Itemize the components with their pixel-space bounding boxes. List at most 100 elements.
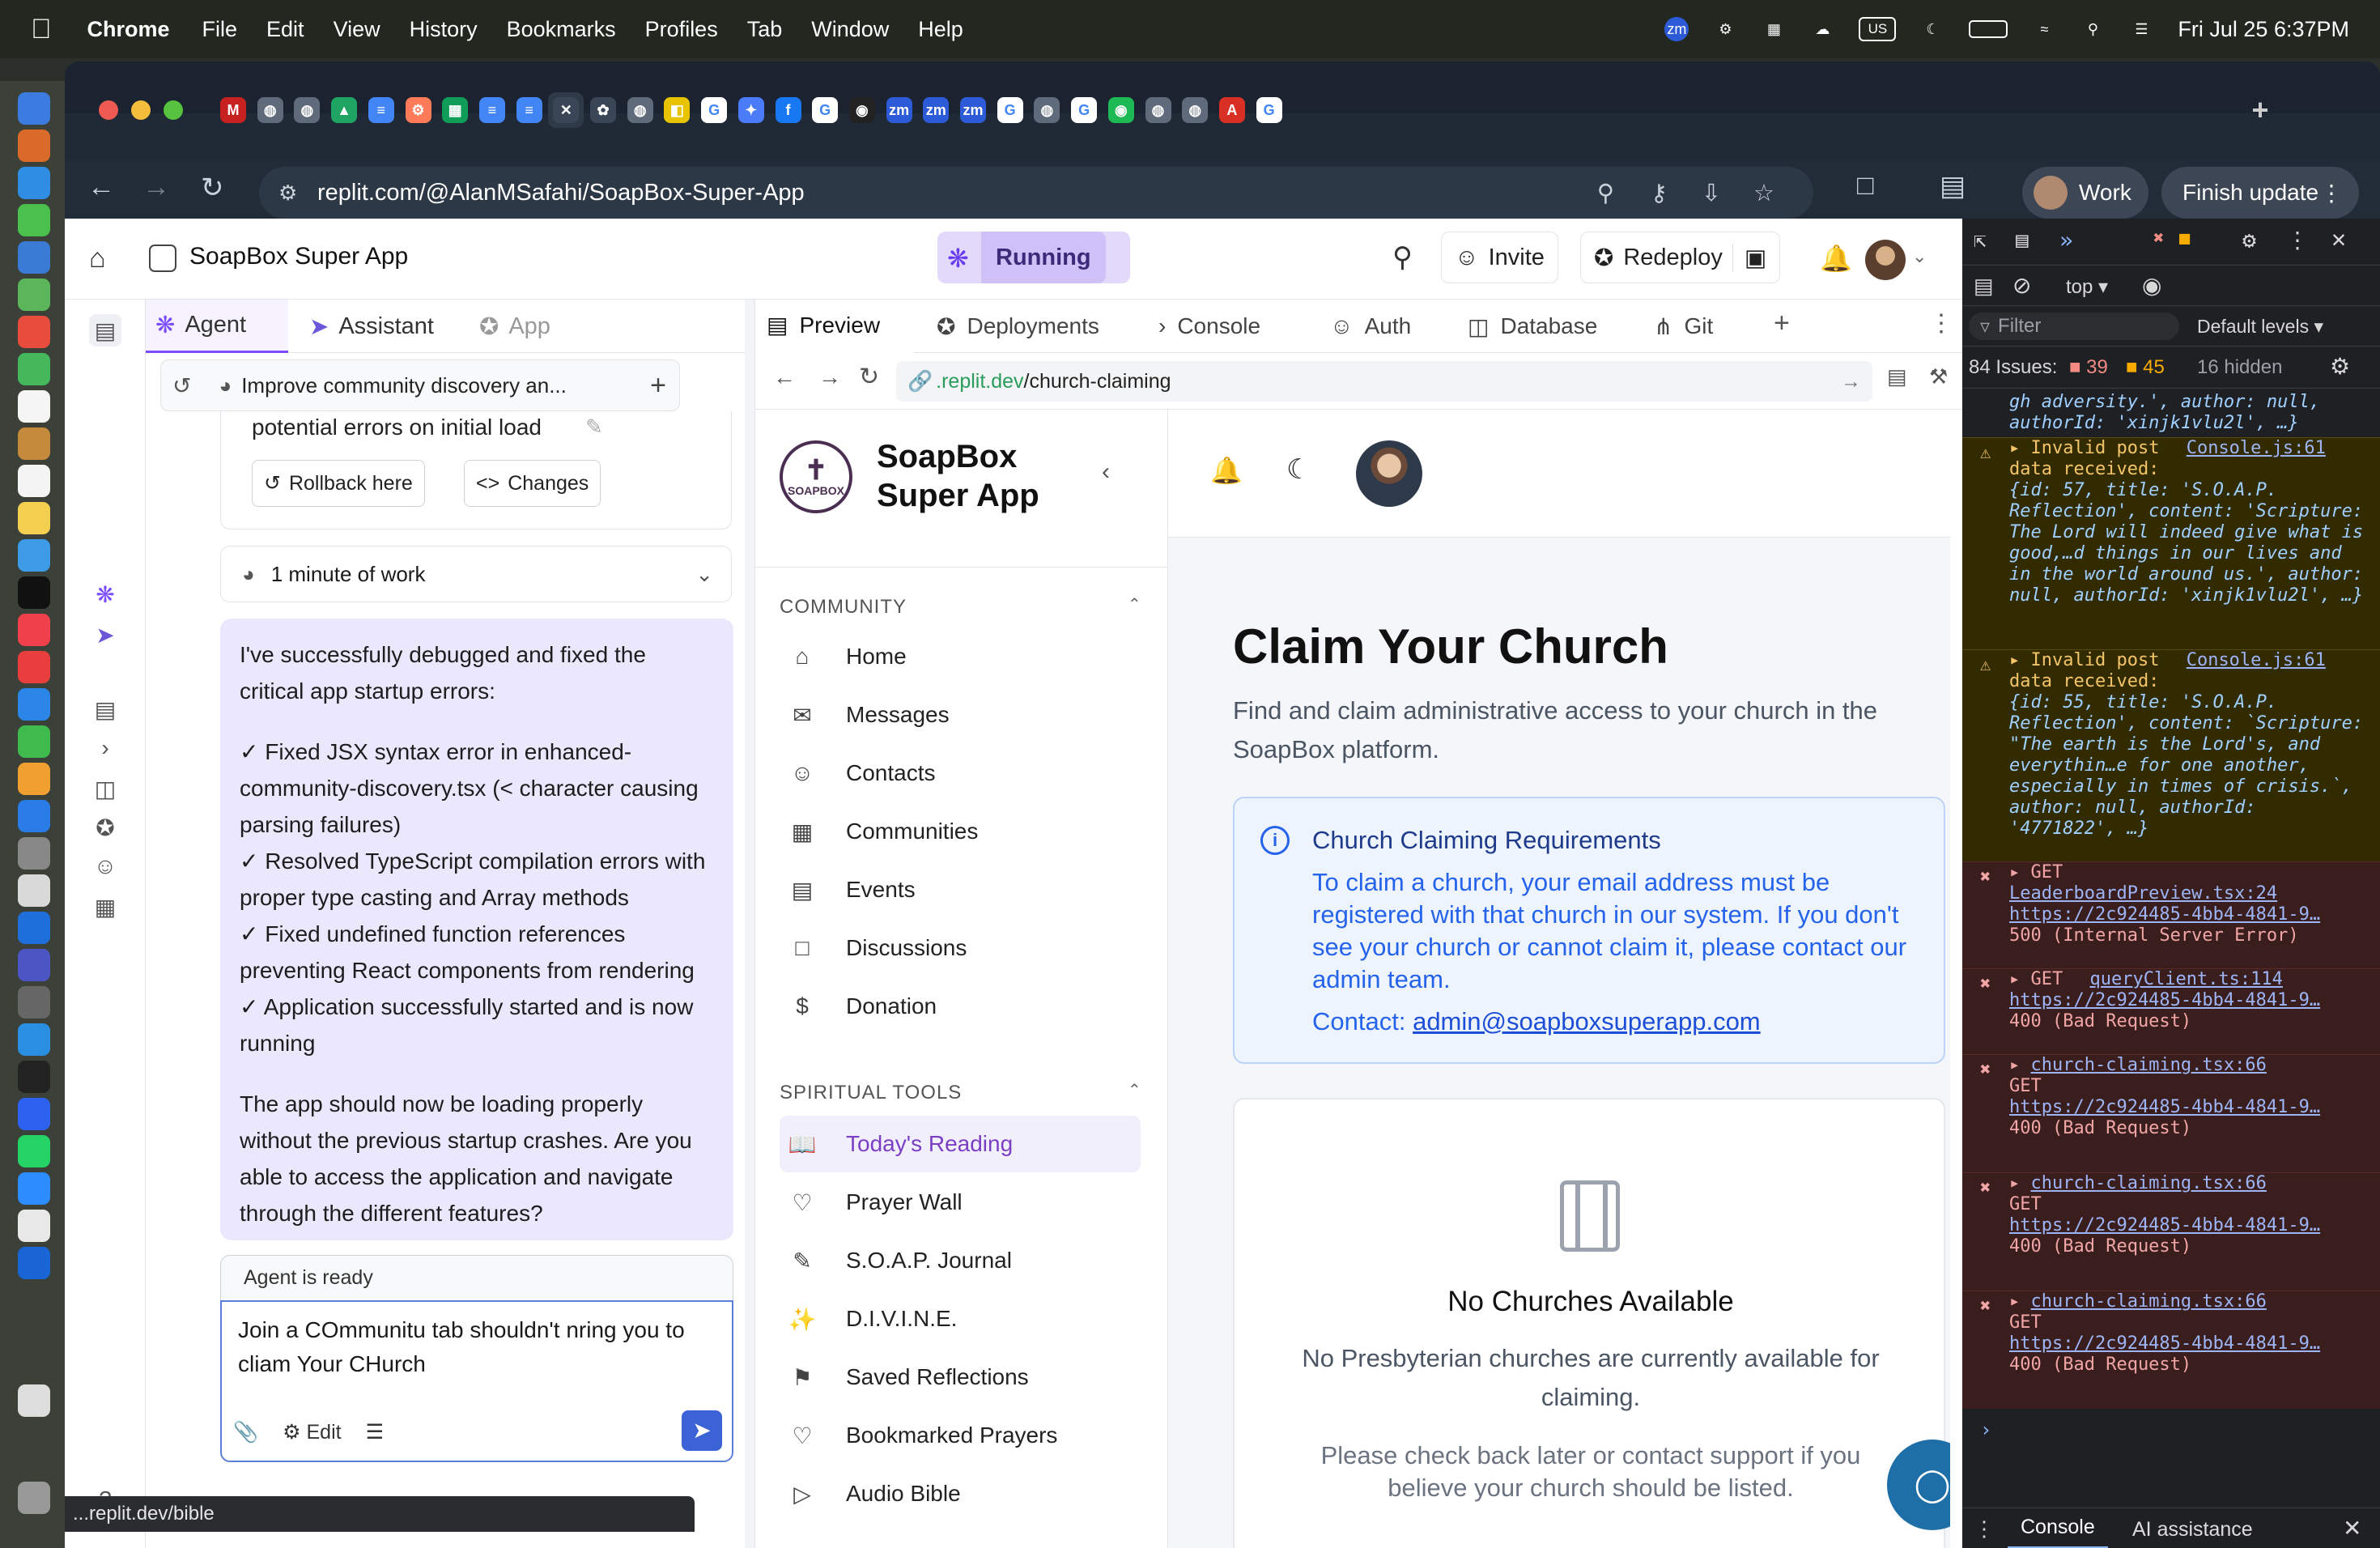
log-warning[interactable]: ⚠ ▸ Invalid post Console.js:61 data rece… — [1962, 649, 2380, 861]
browser-tab[interactable]: G — [807, 92, 843, 128]
menubar-clock[interactable]: Fri Jul 25 6:37PM — [2178, 17, 2349, 42]
finder-icon[interactable] — [18, 92, 50, 125]
back-icon[interactable]: ← — [773, 364, 796, 390]
reload-icon[interactable]: ↻ — [201, 172, 224, 204]
settings-sliders-icon[interactable]: ☰ — [366, 1415, 384, 1449]
keynote-icon[interactable] — [18, 688, 50, 721]
collapse-sidebar-icon[interactable]: ‹ — [1102, 458, 1110, 486]
browser-tab[interactable]: ≡ — [512, 92, 547, 128]
appstore-icon[interactable] — [18, 800, 50, 832]
menu-help[interactable]: Help — [918, 17, 963, 42]
chevron-down-icon[interactable]: ⌄ — [695, 562, 713, 587]
key-icon[interactable]: ⚷ — [1651, 179, 1668, 207]
maps-icon[interactable] — [18, 279, 50, 311]
log-source-link[interactable]: Console.js:61 — [2187, 650, 2326, 670]
launchpad-icon[interactable] — [18, 130, 50, 162]
browser-tab[interactable]: ◍ — [253, 92, 288, 128]
wifi-icon[interactable]: ≈ — [2032, 17, 2056, 41]
log-error[interactable]: ✖ ▸ church-claiming.tsx:66 GET https://2… — [1962, 1054, 2380, 1172]
log-source-link[interactable]: church-claiming.tsx:66 — [2031, 1055, 2267, 1075]
log-url-link[interactable]: https://2c924485-4bb4-4841-9… — [2009, 1097, 2320, 1117]
browser-tab[interactable]: ◉ — [1103, 92, 1139, 128]
log-url-link[interactable]: https://2c924485-4bb4-4841-9… — [2009, 904, 2320, 925]
documents-icon[interactable] — [18, 1384, 50, 1417]
clear-console-icon[interactable]: ⊘ — [2012, 272, 2031, 299]
bookmark-star-icon[interactable]: ☆ — [1753, 179, 1774, 207]
install-icon[interactable]: ⇩ — [1702, 179, 1721, 207]
mail-icon[interactable] — [18, 241, 50, 274]
issues-label[interactable]: 84 Issues: — [1969, 356, 2057, 379]
log-object[interactable]: {id: 55, title: 'S.O.A.P. Reflection', c… — [2009, 692, 2363, 839]
search-icon[interactable]: ⚲ — [1392, 241, 1413, 274]
contact-email-link[interactable]: admin@soapboxsuperapp.com — [1413, 1007, 1761, 1036]
gear-icon[interactable]: ⚙ — [2330, 353, 2350, 380]
location-icon[interactable]: ⚲ — [1597, 179, 1614, 207]
browser-tab[interactable]: ≡ — [363, 92, 399, 128]
deploy-menu-icon[interactable]: ▣ — [1732, 243, 1766, 272]
accessibility-icon[interactable]: ⚙ — [1713, 17, 1737, 41]
keyboard-input-icon[interactable]: US — [1859, 17, 1897, 41]
add-tab-icon[interactable]: + — [1774, 308, 1790, 339]
device-toolbar-icon[interactable]: ▤ — [2016, 228, 2029, 253]
database-rail-icon[interactable]: ◫ — [89, 772, 121, 805]
drawer-tab-console[interactable]: Console — [2008, 1508, 2108, 1548]
eye-icon[interactable]: ◉ — [2142, 272, 2161, 299]
nav-donation[interactable]: $ Donation — [780, 978, 1141, 1035]
new-thread-icon[interactable]: + — [650, 370, 666, 402]
spiritual-tools-header[interactable]: SPIRITUAL TOOLS — [780, 1082, 962, 1104]
battery-icon[interactable] — [1969, 20, 2008, 38]
warning-count-icon[interactable]: ■ — [2179, 228, 2190, 249]
settings-icon[interactable] — [18, 837, 50, 870]
user-avatar[interactable] — [1356, 440, 1422, 507]
messages-icon[interactable] — [18, 204, 50, 236]
community-header[interactable]: COMMUNITY — [780, 596, 907, 619]
preview-rail-icon[interactable]: ▤ — [89, 693, 121, 725]
numbers-icon[interactable] — [18, 725, 50, 758]
browser-tab[interactable]: G — [1066, 92, 1102, 128]
browser-tab[interactable]: f — [771, 92, 806, 128]
minimize-window-button[interactable] — [131, 100, 151, 120]
deploy-rail-icon[interactable]: ✪ — [89, 811, 121, 844]
news-icon[interactable] — [18, 651, 50, 683]
filter-input[interactable]: ▿ Filter — [1969, 313, 2179, 340]
pages-icon[interactable] — [18, 763, 50, 795]
nav-home[interactable]: ⌂ Home — [780, 628, 1141, 685]
menu-history[interactable]: History — [410, 17, 478, 42]
weather-icon[interactable]: ☁ — [1810, 17, 1834, 41]
close-icon[interactable]: ✕ — [2343, 1515, 2361, 1542]
browser-tab[interactable]: ◍ — [1029, 92, 1065, 128]
browser-tab[interactable]: ◍ — [1177, 92, 1213, 128]
zoom-icon[interactable]: zm — [1664, 17, 1689, 41]
app-menu[interactable]: Chrome — [87, 17, 170, 42]
close-window-button[interactable] — [99, 100, 118, 120]
notes-icon[interactable] — [18, 502, 50, 534]
back-icon[interactable]: ← — [87, 172, 115, 203]
apple-menu-icon[interactable]:  — [31, 14, 52, 45]
tab-console[interactable]: › Console — [1147, 300, 1309, 353]
profile-work-button[interactable]: Work — [2022, 167, 2148, 219]
tab-deployments[interactable]: ✪ Deployments — [925, 300, 1137, 353]
log-source-link[interactable]: church-claiming.tsx:66 — [2031, 1173, 2267, 1193]
agent-input[interactable]: Join a COmmunitu tab shouldn't nring you… — [220, 1300, 733, 1462]
signal-icon[interactable] — [18, 1098, 50, 1130]
levels-select[interactable]: Default levels ▾ — [2197, 316, 2323, 338]
send-button[interactable]: ➤ — [682, 1410, 722, 1451]
log-source-link[interactable]: church-claiming.tsx:66 — [2031, 1291, 2267, 1312]
menu-profiles[interactable]: Profiles — [645, 17, 718, 42]
terminal-icon[interactable] — [18, 1061, 50, 1093]
issues-warn-badge[interactable]: ■ 45 — [2126, 356, 2165, 379]
browser-tab[interactable]: G — [696, 92, 732, 128]
facetime-icon[interactable] — [18, 353, 50, 385]
more-vert-icon[interactable]: ⋮ — [1929, 309, 1953, 338]
log-url-link[interactable]: https://2c924485-4bb4-4841-9… — [2009, 990, 2320, 1010]
extensions-icon[interactable]: □ — [1857, 170, 1874, 202]
changes-button[interactable]: <> Changes — [464, 460, 601, 507]
devtools-wrench-icon[interactable]: ⚒ — [1929, 364, 1948, 389]
nav-saved-reflections[interactable]: ⚑ Saved Reflections — [780, 1349, 1141, 1406]
nav-contacts[interactable]: ☺ Contacts — [780, 745, 1141, 802]
nav-messages[interactable]: ✉ Messages — [780, 687, 1141, 743]
menu-view[interactable]: View — [334, 17, 380, 42]
history-icon[interactable]: ↺ — [172, 372, 191, 399]
go-arrow-icon[interactable]: → — [1841, 370, 1861, 393]
browser-tab[interactable]: ✦ — [733, 92, 769, 128]
